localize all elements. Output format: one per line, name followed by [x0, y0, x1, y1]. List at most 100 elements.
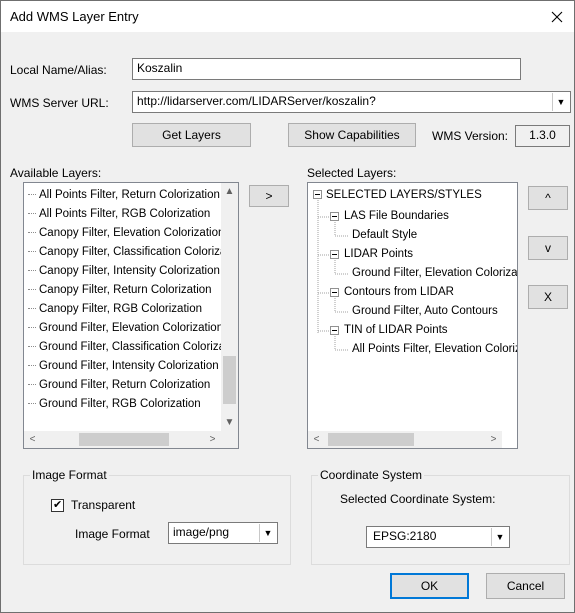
list-item[interactable]: Ground Filter, RGB Colorization — [24, 395, 222, 413]
image-format-combo[interactable]: image/png ▼ — [168, 522, 278, 544]
selected-coordinate-system-label: Selected Coordinate System: — [340, 492, 496, 506]
list-item[interactable]: Canopy Filter, Elevation Colorization — [24, 224, 225, 242]
transparent-checkbox[interactable]: ✔ — [51, 499, 64, 512]
coordinate-system-group: Coordinate System — [311, 468, 570, 565]
tree-line-icon — [28, 308, 36, 310]
coordinate-system-dropdown-button[interactable]: ▼ — [491, 528, 508, 546]
tree-line-icon — [28, 403, 36, 405]
show-capabilities-button[interactable]: Show Capabilities — [288, 123, 416, 147]
get-layers-button[interactable]: Get Layers — [132, 123, 251, 147]
move-down-button[interactable]: v — [528, 236, 568, 260]
available-layers-list[interactable]: All Points Filter, Return Colorization Al… — [23, 182, 239, 449]
add-layer-button[interactable]: > — [249, 185, 289, 207]
chevron-down-icon: ▼ — [263, 528, 273, 538]
selected-layers-label: Selected Layers: — [307, 166, 397, 180]
wms-url-dropdown-button[interactable]: ▼ — [552, 93, 569, 111]
list-item-label: Canopy Filter, Intensity Colorization — [39, 265, 220, 277]
ok-button[interactable]: OK — [390, 573, 469, 599]
list-item-label: Canopy Filter, Elevation Colorization — [39, 227, 225, 239]
selected-horizontal-scrollbar[interactable]: < > — [308, 431, 502, 448]
available-layers-label: Available Layers: — [10, 166, 102, 180]
horizontal-scroll-thumb[interactable] — [328, 433, 414, 446]
chevron-down-icon: ▼ — [495, 532, 505, 542]
list-item[interactable]: Canopy Filter, RGB Colorization — [24, 300, 222, 318]
tree-style-item[interactable]: Ground Filter, Auto Contours — [352, 302, 498, 320]
scroll-corner — [221, 431, 238, 448]
close-icon — [551, 11, 563, 22]
chevron-down-icon: ▼ — [556, 97, 566, 107]
title-bar: Add WMS Layer Entry — [1, 1, 574, 32]
list-item-label: Ground Filter, Classification Colorizati… — [39, 341, 239, 353]
wms-url-label: WMS Server URL: — [10, 96, 109, 110]
tree-line-icon — [28, 346, 36, 348]
list-item-label: Ground Filter, Return Colorization — [39, 379, 211, 391]
scroll-right-icon[interactable]: > — [485, 431, 502, 448]
tree-style-item[interactable]: All Points Filter, Elevation Colorizatio… — [352, 340, 517, 358]
image-format-label: Image Format — [75, 527, 150, 541]
collapse-icon[interactable] — [330, 326, 339, 335]
collapse-icon[interactable] — [330, 250, 339, 259]
scroll-up-icon[interactable]: ▲ — [221, 183, 238, 200]
tree-line-icon — [28, 327, 36, 329]
close-button[interactable] — [540, 1, 574, 32]
cancel-button[interactable]: Cancel — [486, 573, 565, 599]
list-item[interactable]: Ground Filter, Elevation Colorization — [24, 319, 224, 337]
scroll-left-icon[interactable]: < — [24, 431, 41, 448]
list-item[interactable]: Canopy Filter, Intensity Colorization — [24, 262, 222, 280]
wms-version-field: 1.3.0 — [515, 125, 570, 147]
tree-line-icon — [28, 270, 36, 272]
vertical-scroll-thumb[interactable] — [223, 356, 236, 404]
list-item-label: Ground Filter, Elevation Colorization — [39, 322, 224, 334]
scroll-left-icon[interactable]: < — [308, 431, 325, 448]
local-name-input[interactable]: Koszalin — [132, 58, 521, 80]
list-item-label: Ground Filter, Intensity Colorization — [39, 360, 219, 372]
check-icon: ✔ — [53, 499, 63, 511]
list-item-label: Ground Filter, RGB Colorization — [39, 398, 201, 410]
image-format-dropdown-button[interactable]: ▼ — [259, 524, 276, 542]
list-item[interactable]: All Points Filter, Return Colorization — [24, 186, 222, 204]
tree-line-icon — [28, 213, 36, 215]
list-item[interactable]: All Points Filter, RGB Colorization — [24, 205, 222, 223]
add-wms-layer-dialog: Add WMS Layer Entry Local Name/Alias: Ko… — [0, 0, 575, 613]
tree-line-icon — [28, 365, 36, 367]
list-item-label: Canopy Filter, Classification Colorizati… — [39, 246, 239, 258]
available-horizontal-scrollbar[interactable]: < > — [24, 431, 221, 448]
tree-style-item[interactable]: Default Style — [352, 226, 417, 244]
list-item[interactable]: Canopy Filter, Classification Colorizati… — [24, 243, 238, 261]
wms-version-label: WMS Version: — [432, 129, 509, 143]
dialog-title: Add WMS Layer Entry — [10, 9, 139, 24]
list-item-label: All Points Filter, Return Colorization — [39, 189, 220, 201]
tree-line-icon — [28, 232, 36, 234]
tree-line-icon — [28, 289, 36, 291]
list-item-label: All Points Filter, RGB Colorization — [39, 208, 211, 220]
list-item[interactable]: Ground Filter, Intensity Colorization — [24, 357, 222, 375]
list-item[interactable]: Canopy Filter, Return Colorization — [24, 281, 222, 299]
available-vertical-scrollbar[interactable]: ▲ ▼ — [221, 183, 238, 431]
scroll-right-icon[interactable]: > — [204, 431, 221, 448]
coordinate-system-value: EPSG:2180 — [373, 529, 437, 543]
tree-layer-group[interactable]: LAS File Boundaries — [344, 207, 449, 225]
image-format-group-title: Image Format — [30, 468, 109, 482]
collapse-icon[interactable] — [330, 212, 339, 221]
local-name-label: Local Name/Alias: — [10, 63, 107, 77]
tree-layer-group[interactable]: LIDAR Points — [344, 245, 413, 263]
tree-line-icon — [28, 384, 36, 386]
collapse-icon[interactable] — [313, 190, 322, 199]
list-item[interactable]: Ground Filter, Return Colorization — [24, 376, 222, 394]
tree-layer-group[interactable]: Contours from LIDAR — [344, 283, 454, 301]
move-up-button[interactable]: ^ — [528, 186, 568, 210]
tree-line-icon — [28, 194, 36, 196]
scroll-down-icon[interactable]: ▼ — [221, 414, 238, 431]
collapse-icon[interactable] — [330, 288, 339, 297]
image-format-group: Image Format — [23, 468, 291, 565]
selected-layers-tree[interactable]: SELECTED LAYERS/STYLES LAS File Boundari… — [307, 182, 518, 449]
tree-root[interactable]: SELECTED LAYERS/STYLES — [326, 186, 482, 204]
tree-style-item[interactable]: Ground Filter, Elevation Colorization — [352, 264, 517, 282]
coordinate-system-combo[interactable]: EPSG:2180 ▼ — [366, 526, 510, 548]
coordinate-system-group-title: Coordinate System — [318, 468, 425, 482]
remove-layer-button[interactable]: X — [528, 285, 568, 309]
wms-url-combo[interactable]: http://lidarserver.com/LIDARServer/kosza… — [132, 91, 571, 113]
list-item[interactable]: Ground Filter, Classification Colorizati… — [24, 338, 238, 356]
tree-layer-group[interactable]: TIN of LIDAR Points — [344, 321, 448, 339]
horizontal-scroll-thumb[interactable] — [79, 433, 169, 446]
